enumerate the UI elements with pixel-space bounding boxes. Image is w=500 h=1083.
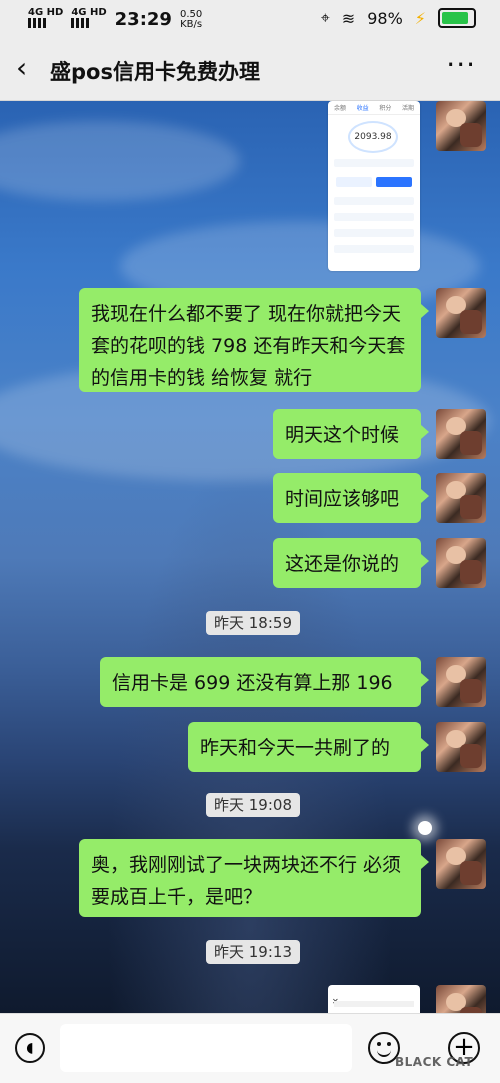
message-bubble[interactable]: 明天这个时候 [273, 409, 429, 459]
message-text: 明天这个时候 [285, 424, 400, 446]
avatar[interactable] [436, 101, 486, 151]
message-text: 奥，我刚刚试了一块两块还不行 必须要成百上千，是吧？ [91, 854, 402, 908]
screenshot-tab: 余额 [334, 105, 347, 112]
avatar[interactable] [436, 409, 486, 459]
screenshot-row [334, 159, 414, 167]
message-bubble[interactable]: 昨天和今天一共刷了的 [188, 722, 429, 772]
battery-fill [442, 12, 468, 24]
more-icon: ··· [446, 48, 476, 81]
timestamp: 昨天 19:08 [206, 793, 300, 817]
message-bubble[interactable]: 这还是你说的 [273, 538, 429, 588]
wifi-icon: ≋ [341, 8, 356, 28]
screenshot-row [334, 229, 414, 237]
chat-screen: 4G HD 4G HD 23:29 0.50 KB/s ⌖ ≋ 98% ⚡ ‹ … [0, 0, 500, 1083]
more-button[interactable]: ··· [446, 48, 476, 81]
message-input[interactable] [60, 1024, 352, 1072]
timestamp: 昨天 19:13 [206, 940, 300, 964]
status-bar: 4G HD 4G HD 23:29 0.50 KB/s ⌖ ≋ 98% ⚡ [0, 0, 500, 38]
location-icon: ⌖ [320, 8, 330, 27]
signal-2: 4G HD [71, 7, 107, 31]
charging-icon: ⚡ [414, 8, 426, 28]
image-message-partial[interactable]: ✕ [328, 985, 420, 1013]
back-button[interactable]: ‹ [16, 54, 27, 82]
avatar[interactable] [436, 839, 486, 889]
signal-bars-icon [71, 18, 92, 28]
avatar[interactable] [436, 722, 486, 772]
message-text: 我现在什么都不要了 现在你就把今天套的花呗的钱 798 还有昨天和今天套的信用卡… [91, 303, 406, 389]
avatar[interactable] [436, 657, 486, 707]
screenshot-tabs: 余额 收益 积分 活期 [328, 101, 420, 115]
signal-2-label: 4G HD [71, 7, 107, 18]
signal-bars-icon [28, 18, 48, 28]
background-cloud [0, 121, 240, 201]
battery-icon [438, 8, 476, 28]
signal-1-label: 4G HD [28, 7, 64, 18]
voice-icon: ◖ [26, 1040, 34, 1056]
speed-unit: KB/s [180, 18, 203, 30]
status-right: ⌖ ≋ 98% ⚡ [321, 8, 476, 28]
status-left: 4G HD 4G HD 23:29 0.50 KB/s [28, 8, 202, 31]
network-speed: 0.50 KB/s [179, 8, 203, 30]
screenshot-button [336, 177, 372, 187]
signal-1: 4G HD [28, 8, 63, 31]
message-text: 昨天和今天一共刷了的 [200, 737, 391, 759]
message-text: 信用卡是 699 还没有算上那 196 [112, 672, 393, 694]
battery-percent: 98% [367, 8, 403, 28]
chevron-left-icon: ‹ [16, 51, 28, 84]
screenshot-row [334, 245, 414, 253]
message-bubble[interactable]: 信用卡是 699 还没有算上那 196 [100, 657, 429, 707]
chat-area[interactable]: 余额 收益 积分 活期 2093.98 我现在什么都不要了 现在你就把今天套的花… [0, 101, 500, 1013]
screenshot-tab: 活期 [401, 105, 414, 112]
image-message-screenshot[interactable]: 余额 收益 积分 活期 2093.98 [328, 101, 420, 271]
message-text: 这还是你说的 [285, 553, 400, 575]
avatar[interactable] [436, 473, 486, 523]
screenshot-tab: 积分 [379, 105, 392, 112]
screenshot-tab: 收益 [356, 105, 369, 112]
nav-bar: ‹ 盛pos信用卡免费办理 ··· [0, 38, 500, 101]
avatar[interactable] [436, 985, 486, 1013]
speed-value: 0.50 [179, 8, 203, 20]
timestamp: 昨天 18:59 [206, 611, 300, 635]
message-text: 时间应该够吧 [285, 488, 400, 510]
message-bubble[interactable]: 时间应该够吧 [273, 473, 429, 523]
voice-button[interactable]: ◖ [15, 1033, 45, 1063]
chat-title: 盛pos信用卡免费办理 [50, 60, 260, 84]
screenshot-row [334, 197, 414, 205]
avatar[interactable] [436, 538, 486, 588]
input-bar: ◖ + [0, 1013, 500, 1083]
avatar[interactable] [436, 288, 486, 338]
status-time: 23:29 [114, 9, 172, 30]
message-bubble[interactable]: 我现在什么都不要了 现在你就把今天套的花呗的钱 798 还有昨天和今天套的信用卡… [79, 288, 429, 392]
watermark: BLACK CAT [395, 1055, 474, 1069]
screenshot-row [334, 213, 414, 221]
screenshot-balance: 2093.98 [348, 121, 398, 153]
message-bubble[interactable]: 奥，我刚刚试了一块两块还不行 必须要成百上千，是吧？ [79, 839, 429, 917]
background-sun [418, 821, 432, 835]
screenshot-button [376, 177, 412, 187]
screenshot-line [334, 1001, 414, 1007]
